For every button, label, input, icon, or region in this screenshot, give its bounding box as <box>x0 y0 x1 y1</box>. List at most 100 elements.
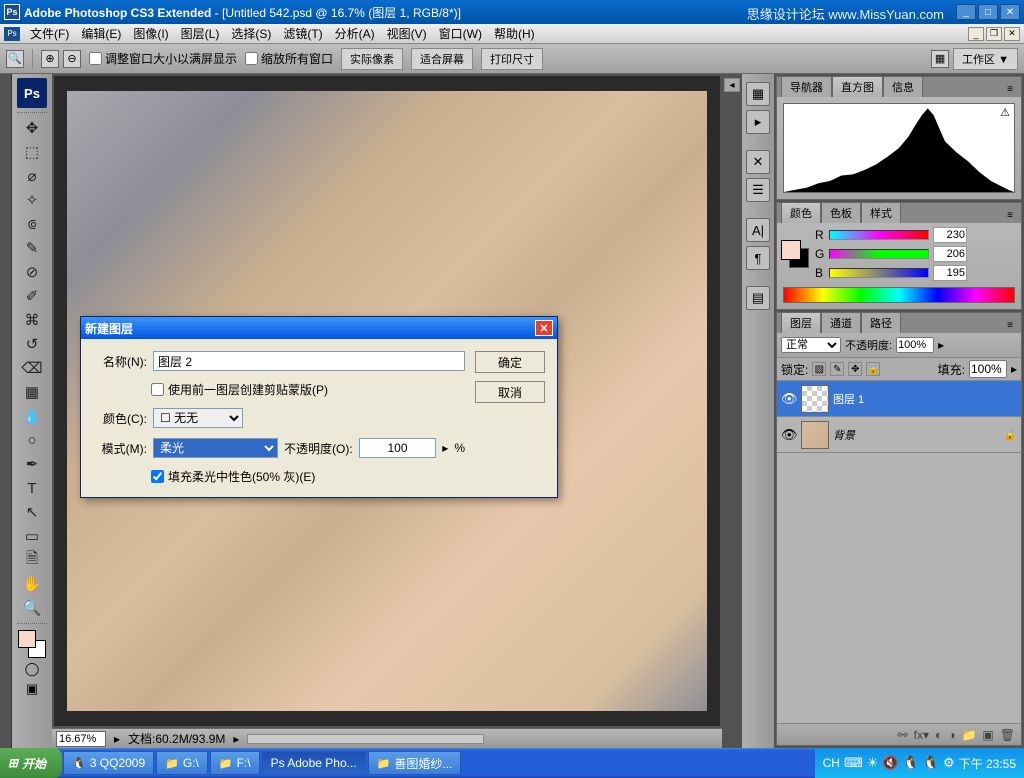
g-input[interactable] <box>933 246 967 262</box>
move-tool[interactable]: ✥ <box>20 117 44 139</box>
shape-tool[interactable]: ▭ <box>20 525 44 547</box>
layer-row[interactable]: 👁 背景 🔒 <box>777 417 1021 453</box>
menu-image[interactable]: 图像(I) <box>127 23 174 44</box>
link-icon[interactable]: ⚯ <box>898 728 908 742</box>
task-photoshop[interactable]: Ps Adobe Pho... <box>262 751 366 775</box>
b-slider[interactable] <box>829 268 929 278</box>
lock-trans-icon[interactable]: ▨ <box>812 362 826 376</box>
para-icon[interactable]: ¶ <box>746 246 770 270</box>
dialog-close-icon[interactable]: ✕ <box>535 320 553 336</box>
eyedropper-tool[interactable]: ✎ <box>20 237 44 259</box>
marquee-tool[interactable]: ⬚ <box>20 141 44 163</box>
zoom-out-icon[interactable]: ⊖ <box>63 50 81 68</box>
history-brush-tool[interactable]: ↺ <box>20 333 44 355</box>
crop-tool[interactable]: ⟃ <box>20 213 44 235</box>
lock-all-icon[interactable]: 🔒 <box>866 362 880 376</box>
clip-mask-check[interactable]: 使用前一图层创建剪贴蒙版(P) <box>151 381 328 398</box>
eraser-tool[interactable]: ⌫ <box>20 357 44 379</box>
tab-histogram[interactable]: 直方图 <box>832 76 883 97</box>
tab-color[interactable]: 颜色 <box>781 202 821 223</box>
start-button[interactable]: ⊞开始 <box>0 748 62 778</box>
tray-icon[interactable]: ⌨ <box>844 755 863 771</box>
path-tool[interactable]: ↖ <box>20 501 44 523</box>
menu-select[interactable]: 选择(S) <box>225 23 277 44</box>
color-swatches[interactable] <box>18 630 46 658</box>
zoom-all-check[interactable]: 缩放所有窗口 <box>245 50 333 67</box>
tool-dock[interactable] <box>0 74 12 748</box>
blur-tool[interactable]: 💧 <box>20 405 44 427</box>
adjust-icon[interactable]: ◑ <box>948 728 955 742</box>
layer-thumb[interactable] <box>801 385 829 413</box>
fill-neutral-check[interactable]: 填充柔光中性色(50% 灰)(E) <box>151 468 315 485</box>
tab-paths[interactable]: 路径 <box>861 312 901 333</box>
b-input[interactable] <box>933 265 967 281</box>
menu-file[interactable]: 文件(F) <box>24 23 75 44</box>
arrow-icon[interactable]: ▸ <box>1011 362 1017 376</box>
clock[interactable]: 下午 23:55 <box>959 755 1016 772</box>
task-f[interactable]: 📁 F:\ <box>210 751 260 775</box>
tray-icon[interactable]: 🐧 <box>903 755 919 771</box>
close-button[interactable]: ✕ <box>1000 4 1020 20</box>
task-qq[interactable]: 🐧 3 QQ2009 <box>63 751 154 775</box>
tab-navigator[interactable]: 导航器 <box>781 76 832 97</box>
hand-tool[interactable]: ✋ <box>20 573 44 595</box>
tab-layers[interactable]: 图层 <box>781 312 821 333</box>
fill-input[interactable] <box>969 360 1007 378</box>
menu-filter[interactable]: 滤镜(T) <box>277 23 328 44</box>
task-other[interactable]: 📁 善图婚纱... <box>368 751 462 775</box>
color-select[interactable]: ☐ 无无 <box>153 408 243 428</box>
opacity-input[interactable] <box>896 337 934 353</box>
tray-icon[interactable]: ☀ <box>867 755 879 771</box>
arrow-icon[interactable]: ▸ <box>233 732 239 746</box>
arrow-icon[interactable]: ▸ <box>114 732 120 746</box>
tray-icon[interactable]: 🐧 <box>923 755 939 771</box>
lasso-tool[interactable]: ⌀ <box>20 165 44 187</box>
panel-menu-icon[interactable]: ≡ <box>1003 318 1017 333</box>
workspace-icon[interactable]: ▦ <box>931 50 949 68</box>
layer-row[interactable]: 👁 图层 1 <box>777 381 1021 417</box>
arrow-icon[interactable]: ▸ <box>938 338 944 352</box>
dialog-titlebar[interactable]: 新建图层 ✕ <box>81 317 557 339</box>
layer-thumb[interactable] <box>801 421 829 449</box>
menu-help[interactable]: 帮助(H) <box>488 23 541 44</box>
collapse-icon[interactable]: ◂ <box>724 78 740 92</box>
layer-name[interactable]: 图层 1 <box>833 391 1017 407</box>
menu-layer[interactable]: 图层(L) <box>175 23 226 44</box>
zoom-in-icon[interactable]: ⊕ <box>41 50 59 68</box>
quickmask-icon[interactable]: ◯ <box>20 660 44 678</box>
task-g[interactable]: 📁 G:\ <box>156 751 208 775</box>
workspace-dropdown[interactable]: 工作区 ▼ <box>953 48 1018 70</box>
doc-minimize[interactable]: _ <box>968 27 984 41</box>
cancel-button[interactable]: 取消 <box>475 381 545 403</box>
misc-icon[interactable]: ▤ <box>746 286 770 310</box>
zoom-tool[interactable]: 🔍 <box>20 597 44 619</box>
color-swatch[interactable] <box>781 240 809 268</box>
folder-icon[interactable]: 📁 <box>961 728 976 742</box>
visibility-icon[interactable]: 👁 <box>781 391 797 407</box>
char-icon[interactable]: A| <box>746 218 770 242</box>
fx-icon[interactable]: fx▾ <box>914 728 929 742</box>
new-layer-icon[interactable]: ▣ <box>982 728 993 742</box>
notes-tool[interactable]: 🗎 <box>20 549 44 571</box>
maximize-button[interactable]: □ <box>978 4 998 20</box>
minimize-button[interactable]: _ <box>956 4 976 20</box>
tab-channels[interactable]: 通道 <box>821 312 861 333</box>
lock-move-icon[interactable]: ✥ <box>848 362 862 376</box>
arrow-icon[interactable]: ▸ <box>442 441 448 455</box>
r-slider[interactable] <box>829 230 929 240</box>
doc-close[interactable]: ✕ <box>1004 27 1020 41</box>
brush-tool[interactable]: ✐ <box>20 285 44 307</box>
mask-icon[interactable]: ◐ <box>935 728 942 742</box>
menu-analysis[interactable]: 分析(A) <box>329 23 381 44</box>
tab-info[interactable]: 信息 <box>883 76 923 97</box>
menu-view[interactable]: 视图(V) <box>381 23 433 44</box>
pen-tool[interactable]: ✒ <box>20 453 44 475</box>
zoom-input[interactable] <box>56 731 106 747</box>
tray-icon[interactable]: 🔇 <box>882 755 898 771</box>
visibility-icon[interactable]: 👁 <box>781 427 797 443</box>
layer-name[interactable]: 背景 <box>833 427 999 443</box>
navigator-icon[interactable]: ▦ <box>746 82 770 106</box>
screenmode-icon[interactable]: ▣ <box>20 680 44 698</box>
stamp-tool[interactable]: ⌘ <box>20 309 44 331</box>
delete-icon[interactable]: 🗑 <box>1000 728 1015 742</box>
